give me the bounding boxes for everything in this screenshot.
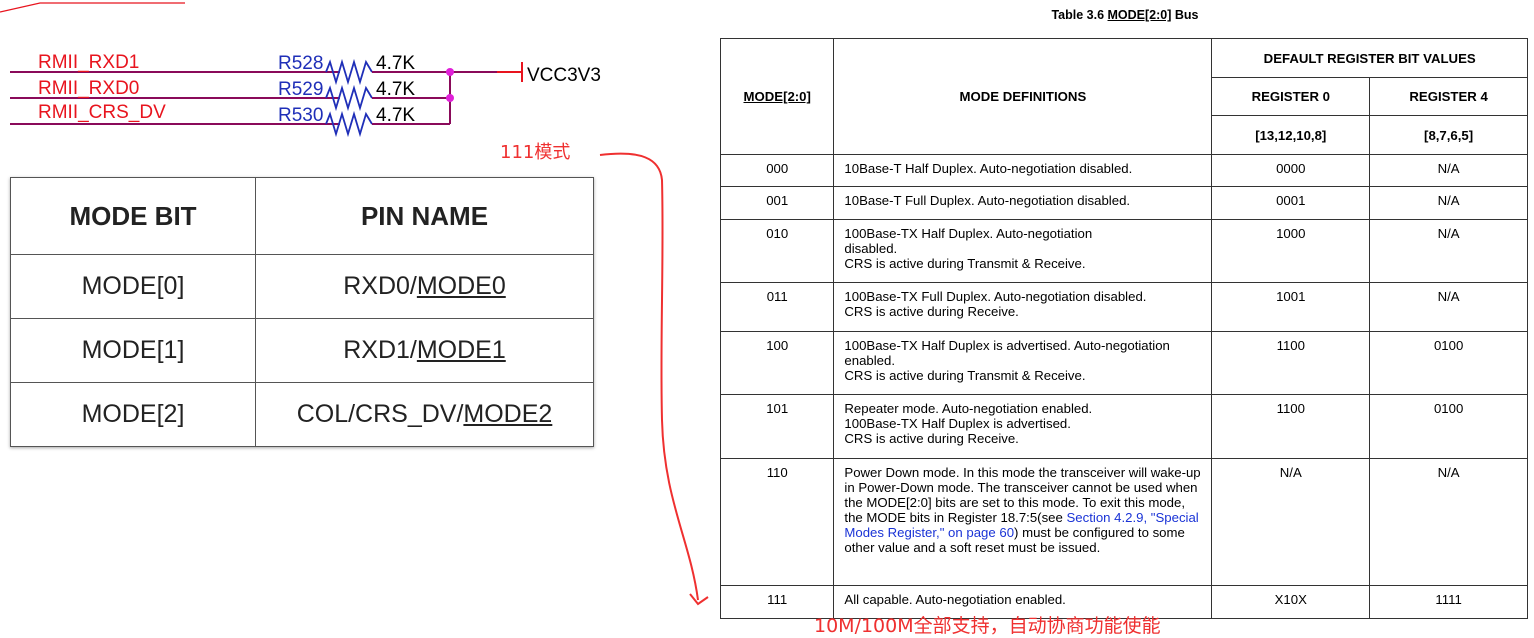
mode-bit-table: MODE BIT PIN NAME MODE[0] RXD0/MODE0 MOD…: [10, 177, 594, 447]
pin-mode: MODE1: [416, 336, 506, 364]
mode-code: 011: [719, 282, 835, 332]
annotation-bottom-note: 10M/100M全部支持，自动协商功能使能: [814, 615, 1161, 637]
register-0-value: 0001: [1211, 186, 1371, 220]
mode-definition: 100Base-TX Full Duplex. Auto-negotiation…: [833, 282, 1213, 332]
mode-definition: 10Base-T Half Duplex. Auto-negotiation d…: [833, 154, 1213, 187]
arrow-head: [689, 593, 709, 606]
register-0-value: 1000: [1211, 219, 1371, 283]
mode-bus-table: MODE[2:0] MODE DEFINITIONS DEFAULT REGIS…: [719, 38, 1528, 619]
register-4-value: 0100: [1369, 394, 1528, 459]
header-register-4: REGISTER 4: [1369, 77, 1528, 116]
register-4-value: N/A: [1369, 219, 1528, 283]
mode-definition: Power Down mode. In this mode the transc…: [833, 458, 1213, 586]
table-row: 110 Power Down mode. In this mode the tr…: [719, 458, 1528, 586]
mode-definition: 100Base-TX Half Duplex is advertised. Au…: [833, 331, 1213, 395]
resistor-r529: [325, 84, 373, 112]
header-register-0-bits: [13,12,10,8]: [1211, 115, 1371, 155]
resistor-ref-r529: R529: [278, 79, 323, 100]
mode-bit-cell: MODE[0]: [10, 254, 256, 319]
register-0-value: 1001: [1211, 282, 1371, 332]
register-0-value: N/A: [1211, 458, 1371, 586]
resistor-ref-r528: R528: [278, 53, 323, 74]
mode-code: 100: [719, 331, 835, 395]
definition-text: 100Base-TX Half Duplex is advertised. Au…: [844, 338, 1170, 383]
power-label: VCC3V3: [527, 65, 601, 86]
header-register-0: REGISTER 0: [1211, 77, 1371, 116]
table-caption: Table 3.6 MODE[2:0] Bus: [720, 8, 1530, 22]
net-label-crs-dv: RMII_CRS_DV: [38, 102, 166, 123]
register-0-value: 0000: [1211, 154, 1371, 187]
pin-name-cell: RXD1/MODE1: [255, 318, 594, 383]
table-row: 011 100Base-TX Full Duplex. Auto-negotia…: [719, 282, 1528, 332]
caption-prefix: Table 3.6: [1051, 8, 1108, 22]
mode-code: 000: [719, 154, 835, 187]
mode-definition: 10Base-T Full Duplex. Auto-negotiation d…: [833, 186, 1213, 220]
resistor-value-r529: 4.7K: [376, 79, 415, 100]
register-0-value: X10X: [1211, 585, 1371, 619]
header-definitions: MODE DEFINITIONS: [833, 38, 1213, 155]
mode-code: 001: [719, 186, 835, 220]
caption-suffix: Bus: [1171, 8, 1199, 22]
mode-bit-cell: MODE[1]: [10, 318, 256, 383]
table-row: MODE[2] COL/CRS_DV/MODE2: [10, 382, 594, 447]
pullup-schematic: RMII_RXD1 RMII_RXD0 RMII_CRS_DV R528 R52…: [0, 2, 601, 138]
header-mode-bit: MODE BIT: [10, 177, 256, 255]
mode-definition: 100Base-TX Half Duplex. Auto-negotiation…: [833, 219, 1213, 283]
register-0-value: 1100: [1211, 394, 1371, 459]
resistor-r528: [325, 58, 373, 86]
mode-code: 110: [719, 458, 835, 586]
pin-name-cell: RXD0/MODE0: [255, 254, 594, 319]
register-4-value: 1111: [1369, 585, 1528, 619]
pin-mode: MODE2: [463, 400, 553, 428]
header-mode: MODE[2:0]: [719, 38, 835, 155]
net-label-rxd0: RMII_RXD0: [38, 78, 139, 99]
register-4-value: 0100: [1369, 331, 1528, 395]
register-4-value: N/A: [1369, 282, 1528, 332]
register-0-value: 1100: [1211, 331, 1371, 395]
table-row: 001 10Base-T Full Duplex. Auto-negotiati…: [719, 186, 1528, 220]
header-default-values: DEFAULT REGISTER BIT VALUES: [1211, 38, 1528, 78]
pin-prefix: COL/CRS_DV/: [296, 400, 464, 428]
register-4-value: N/A: [1369, 154, 1528, 187]
table-row: MODE[1] RXD1/MODE1: [10, 318, 594, 383]
junction-dot: [446, 94, 454, 102]
header-pin-name: PIN NAME: [255, 177, 594, 255]
corner-mark: [0, 2, 185, 13]
mode-bit-cell: MODE[2]: [10, 382, 256, 447]
register-4-value: N/A: [1369, 458, 1528, 586]
table-row: 000 10Base-T Half Duplex. Auto-negotiati…: [719, 154, 1528, 187]
mode-definition: Repeater mode. Auto-negotiation enabled.…: [833, 394, 1213, 459]
resistor-value-r530: 4.7K: [376, 105, 415, 126]
arrow-line: [599, 152, 699, 601]
pin-prefix: RXD0/: [343, 272, 417, 300]
table-row: MODE[0] RXD0/MODE0: [10, 254, 594, 319]
net-label-rxd1: RMII_RXD1: [38, 52, 139, 73]
mode-code: 010: [719, 219, 835, 283]
resistor-ref-r530: R530: [278, 105, 323, 126]
table-row: 100 100Base-TX Half Duplex is advertised…: [719, 331, 1528, 395]
table-row: 101 Repeater mode. Auto-negotiation enab…: [719, 394, 1528, 459]
pin-prefix: RXD1/: [343, 336, 417, 364]
resistor-value-r528: 4.7K: [376, 53, 415, 74]
pin-name-cell: COL/CRS_DV/MODE2: [255, 382, 594, 447]
table-row: 010 100Base-TX Half Duplex. Auto-negotia…: [719, 219, 1528, 283]
register-4-value: N/A: [1369, 186, 1528, 220]
mode-code: 101: [719, 394, 835, 459]
header-row: MODE[2:0] MODE DEFINITIONS DEFAULT REGIS…: [719, 38, 1528, 155]
resistor-r530: [325, 110, 373, 138]
pin-mode: MODE0: [416, 272, 506, 300]
table-header-row: MODE BIT PIN NAME: [10, 177, 594, 255]
junction-dot: [446, 68, 454, 76]
definition-text: 100Base-TX Half Duplex. Auto-negotiation…: [844, 226, 1093, 271]
header-register-4-bits: [8,7,6,5]: [1369, 115, 1528, 155]
caption-mode: MODE[2:0]: [1107, 8, 1172, 22]
annotation-111-mode: 111模式: [500, 142, 571, 163]
